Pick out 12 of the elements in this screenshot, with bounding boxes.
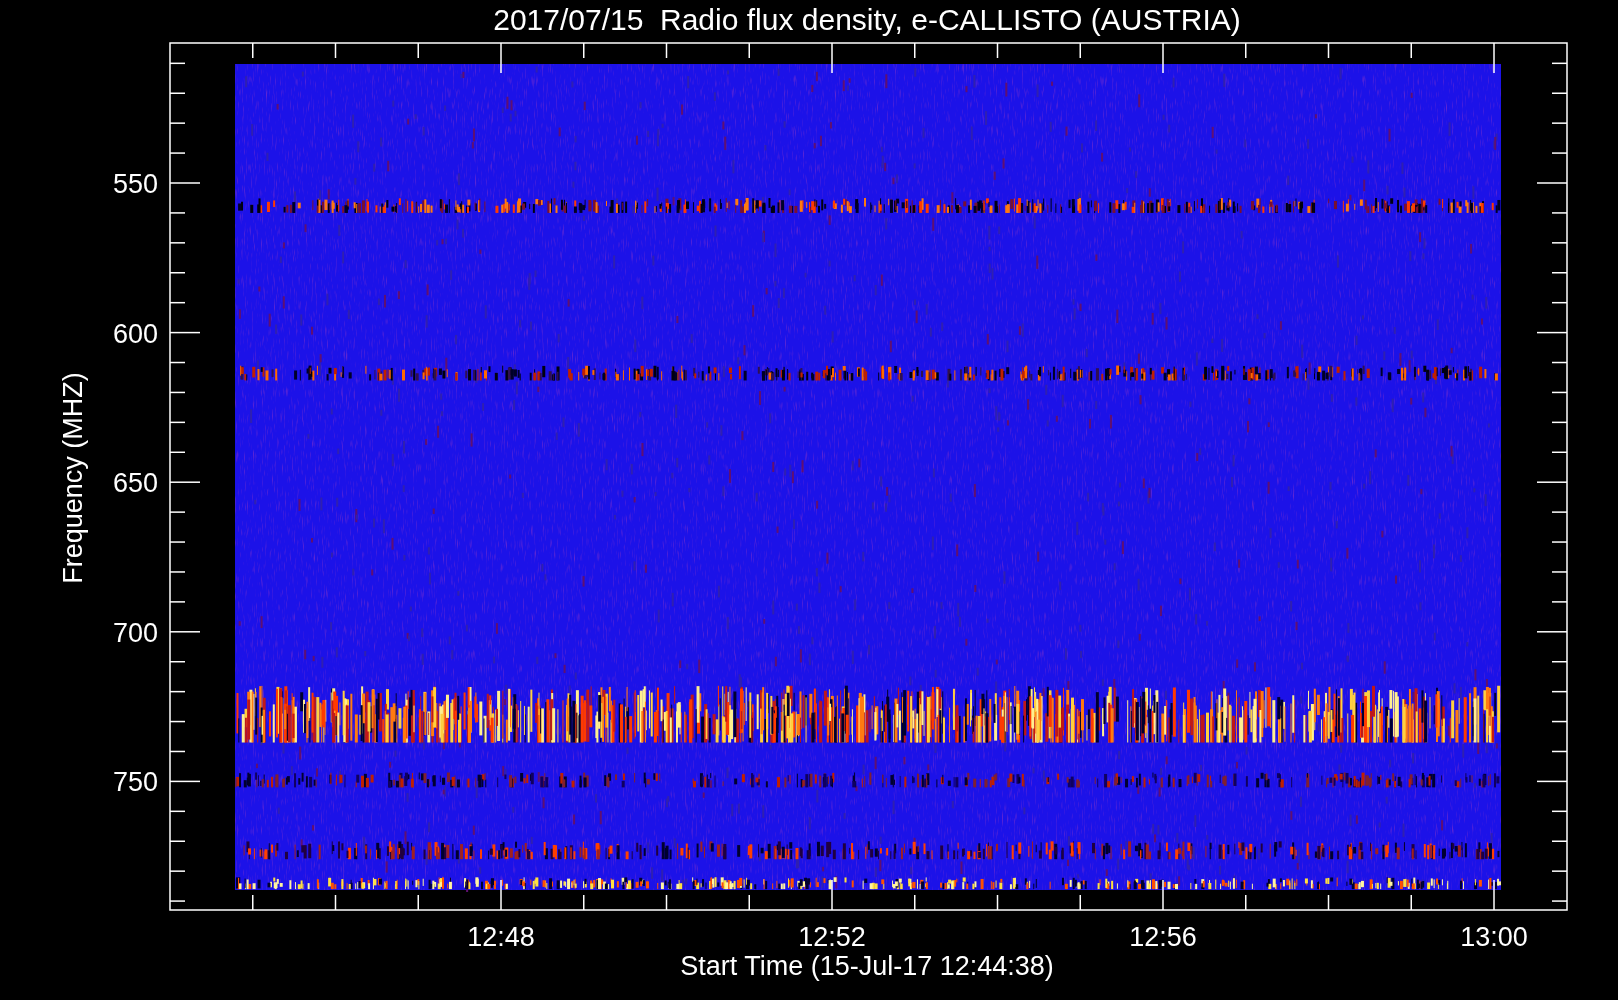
tick-label: 600: [112, 318, 158, 349]
tick-label: 12:52: [798, 922, 866, 952]
tick-label: 12:48: [467, 922, 535, 952]
axis-title: Start Time (15-Jul-17 12:44:38): [680, 951, 1054, 981]
tick-label: 12:56: [1129, 922, 1197, 952]
tick-label: 700: [112, 617, 158, 648]
tick-label: 750: [112, 767, 158, 798]
axis-title: Frequency (MHZ): [58, 372, 88, 584]
tick-label: 550: [112, 169, 158, 199]
tick-label: 13:00: [1460, 922, 1528, 952]
tick-label: 650: [112, 468, 158, 499]
chart-title: 2017/07/15 Radio flux density, e-CALLISTO (AUSTRIA): [493, 3, 1241, 36]
